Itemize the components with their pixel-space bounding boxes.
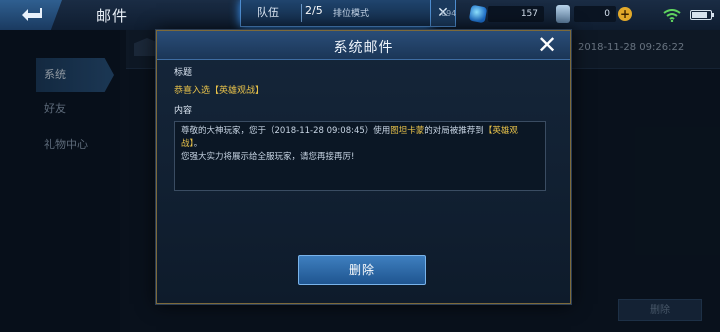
back-arrow-icon: [22, 8, 42, 21]
body-hero-name: 图坦卡蒙: [390, 126, 425, 136]
subject-text: 恭喜入选【英雄观战】: [174, 86, 265, 96]
system-mail-dialog: 系统邮件 ✕ 标题 恭喜入选【英雄观战】 内容 尊敬的大神玩家，您于（2018-…: [156, 30, 571, 304]
team-label: 队伍: [257, 6, 279, 19]
wifi-icon: [663, 9, 681, 22]
team-separator: [301, 4, 302, 22]
content-label: 内容: [174, 106, 193, 116]
resource-small-value: 694: [441, 9, 457, 18]
plus-icon[interactable]: +: [618, 7, 632, 21]
close-icon[interactable]: ✕: [534, 32, 560, 58]
body-text-line2: 您强大实力将展示给全服玩家，请您再接再厉!: [181, 152, 355, 162]
back-button[interactable]: [0, 0, 62, 30]
gem-icon: [468, 4, 488, 24]
coupons-value: 0: [574, 6, 616, 22]
delete-button[interactable]: 删除: [298, 255, 426, 285]
body-text-part3: 。: [193, 139, 203, 149]
battery-fill: [692, 12, 707, 18]
top-bar: 邮件 队伍 2/5 排位模式 ✕ 694 157 0 +: [0, 0, 720, 31]
dialog-header: 系统邮件 ✕: [157, 31, 570, 60]
subject-label: 标题: [174, 68, 193, 78]
team-panel[interactable]: 队伍 2/5 排位模式: [240, 0, 432, 27]
coupon-icon: [556, 5, 570, 23]
page-title: 邮件: [96, 7, 129, 25]
dialog-title: 系统邮件: [333, 40, 394, 56]
body-text-part1: 尊敬的大神玩家，您于（2018-11-28 09:08:45）使用: [181, 126, 391, 136]
gems-value: 157: [488, 6, 544, 22]
body-text-part2: 的对局被推荐到: [424, 126, 484, 136]
team-count: 2/5: [305, 4, 323, 17]
team-mode: 排位模式: [333, 9, 370, 19]
battery-icon: [690, 10, 714, 20]
content-box: 尊敬的大神玩家，您于（2018-11-28 09:08:45）使用图坦卡蒙的对局…: [174, 121, 546, 191]
